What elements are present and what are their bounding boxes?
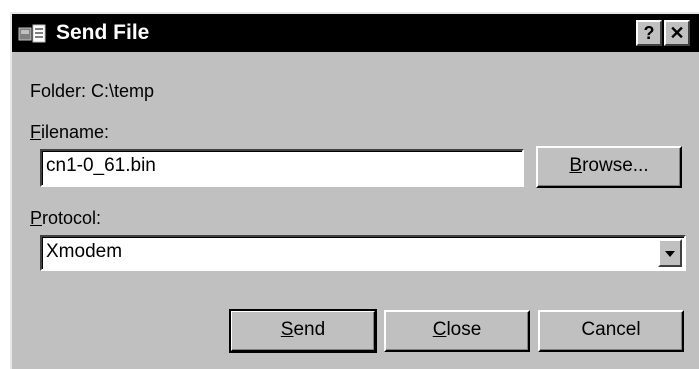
protocol-label-mnemonic: P	[30, 208, 43, 228]
filename-label-text: ilename:	[41, 122, 110, 142]
protocol-select[interactable]: Xmodem	[40, 235, 686, 271]
protocol-dropdown-button[interactable]	[658, 239, 682, 267]
send-file-dialog: Send File ? ✕ Folder: C:\temp Filename: …	[10, 12, 699, 369]
protocol-label: Protocol:	[30, 207, 101, 229]
send-button[interactable]: Send	[229, 309, 377, 353]
close-label: lose	[446, 319, 482, 340]
folder-row: Folder: C:\temp	[30, 80, 154, 102]
send-mnemonic: S	[280, 319, 294, 340]
browse-mnemonic: B	[569, 155, 583, 176]
filename-label-mnemonic: F	[30, 122, 41, 142]
cancel-button[interactable]: Cancel	[538, 310, 684, 352]
folder-label: Folder:	[30, 81, 87, 101]
close-button[interactable]: Close	[384, 310, 530, 352]
close-window-button[interactable]: ✕	[664, 20, 690, 46]
send-label: end	[293, 319, 326, 340]
browse-button[interactable]: Browse...	[536, 146, 682, 188]
protocol-label-text: rotocol:	[42, 208, 102, 228]
filename-label: Filename:	[30, 121, 109, 143]
window-title: Send File	[56, 21, 150, 44]
send-file-icon	[18, 24, 46, 43]
help-button[interactable]: ?	[636, 20, 662, 46]
folder-path: C:\temp	[91, 81, 155, 101]
close-mnemonic: C	[432, 319, 447, 340]
filename-input[interactable]: cn1-0_61.bin	[40, 149, 524, 187]
filename-value: cn1-0_61.bin	[46, 155, 156, 176]
title-bar[interactable]: Send File ? ✕	[12, 14, 699, 52]
protocol-selected-value: Xmodem	[46, 241, 123, 262]
browse-label: rowse...	[582, 155, 649, 176]
chevron-down-icon	[665, 251, 675, 257]
